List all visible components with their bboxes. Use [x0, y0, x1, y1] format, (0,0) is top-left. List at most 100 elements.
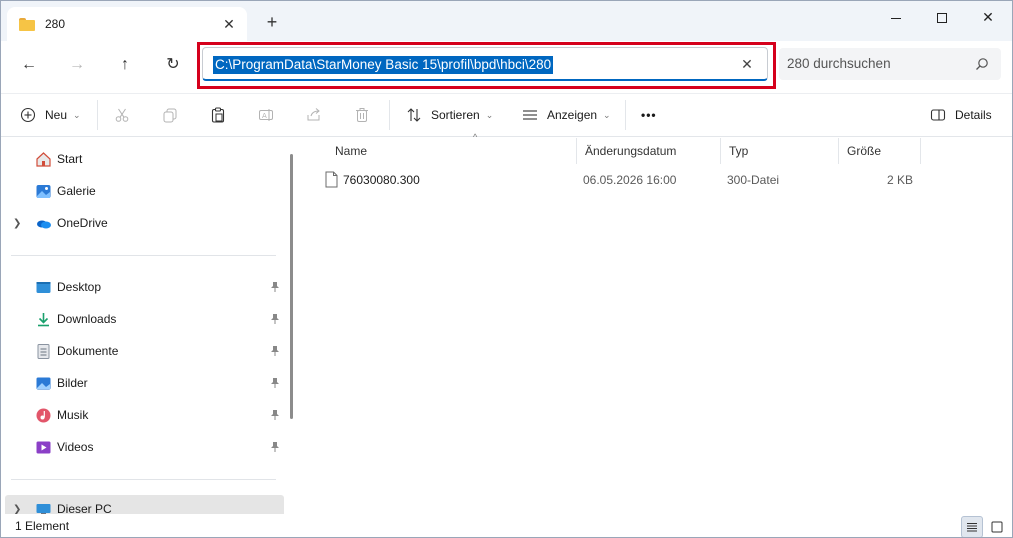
file-row[interactable]: 76030080.300 06.05.2026 16:00 300-Datei …: [321, 170, 921, 192]
desktop-icon: [36, 281, 51, 293]
sidebar-scrollbar[interactable]: [290, 154, 293, 419]
refresh-button[interactable]: ↻: [159, 53, 187, 77]
pin-icon[interactable]: [269, 345, 281, 357]
documents-icon: [37, 343, 50, 359]
clear-address-icon[interactable]: ✕: [739, 56, 755, 72]
navigation-pane: Start Galerie ❯ OneDrive Desktop Downloa…: [1, 138, 293, 523]
onedrive-icon: [37, 220, 51, 228]
file-name: 76030080.300: [343, 173, 420, 187]
sidebar-item-bilder[interactable]: Bilder: [1, 369, 286, 397]
tab-title: 280: [45, 17, 66, 31]
close-window-button[interactable]: ✕: [965, 5, 1011, 29]
pin-icon[interactable]: [269, 377, 281, 389]
sidebar-item-downloads[interactable]: Downloads: [1, 305, 286, 333]
sidebar-item-desktop[interactable]: Desktop: [1, 273, 286, 301]
pin-icon[interactable]: [269, 409, 281, 421]
sort-label: Sortieren: [431, 108, 480, 122]
chevron-right-icon[interactable]: ❯: [13, 218, 21, 229]
trash-icon: [353, 106, 371, 124]
gallery-icon: [36, 184, 51, 198]
pin-icon[interactable]: [269, 441, 281, 453]
up-button[interactable]: ↑: [111, 53, 139, 77]
copy-button[interactable]: [161, 102, 187, 128]
chevron-down-icon: ⌄: [485, 109, 494, 120]
sort-ascending-icon: ^: [473, 132, 478, 142]
videos-icon: [36, 441, 51, 453]
search-input[interactable]: 280 durchsuchen: [787, 56, 891, 71]
minimize-button[interactable]: [873, 5, 919, 29]
file-list: Name ^ Änderungsdatum Typ Größe 76030080…: [301, 132, 1012, 514]
sidebar-item-dokumente[interactable]: Dokumente: [1, 337, 286, 365]
view-lines-icon: [521, 106, 539, 124]
column-header-name[interactable]: Name ^: [327, 132, 577, 164]
sidebar-item-label: Videos: [57, 440, 94, 454]
file-modified: 06.05.2026 16:00: [583, 173, 677, 187]
sidebar-item-label: Dokumente: [57, 344, 119, 358]
plus-circle-icon: [19, 106, 37, 124]
chevron-down-icon: ⌄: [73, 109, 81, 120]
tiles-view-button[interactable]: [986, 516, 1008, 537]
view-button[interactable]: Anzeigen ⌄: [521, 102, 611, 128]
command-bar: Neu ⌄ A Sortieren ⌄ Anzeigen ⌄ ••• Detai…: [1, 93, 1012, 137]
new-tab-button[interactable]: +: [263, 13, 281, 31]
status-bar: 1 Element: [1, 514, 1012, 537]
address-bar[interactable]: C:\ProgramData\StarMoney Basic 15\profil…: [202, 47, 768, 81]
pin-icon[interactable]: [269, 313, 281, 325]
downloads-icon: [38, 312, 49, 326]
clipboard-icon: [209, 106, 227, 124]
sidebar-item-label: Downloads: [57, 312, 117, 326]
details-view-button[interactable]: [961, 516, 983, 537]
column-header-size[interactable]: Größe: [839, 138, 921, 164]
search-icon[interactable]: [975, 57, 989, 71]
chevron-right-icon[interactable]: ❯: [13, 504, 21, 515]
column-type-label: Typ: [729, 144, 749, 158]
tab-close-icon[interactable]: ✕: [221, 16, 237, 32]
file-explorer-window: 280 ✕ + ✕ ← → ↑ ↻ C:\ProgramData\StarMon…: [0, 0, 1013, 538]
divider: [625, 100, 626, 130]
delete-button[interactable]: [353, 102, 379, 128]
sidebar-divider: [11, 479, 276, 480]
pin-icon[interactable]: [269, 281, 281, 293]
column-header-modified[interactable]: Änderungsdatum: [577, 138, 721, 164]
address-input[interactable]: C:\ProgramData\StarMoney Basic 15\profil…: [213, 56, 554, 74]
sort-icon: [405, 106, 423, 124]
share-button[interactable]: [305, 102, 331, 128]
home-icon: [36, 151, 51, 167]
cut-button[interactable]: [113, 102, 139, 128]
scissors-icon: [113, 106, 131, 124]
search-field[interactable]: 280 durchsuchen: [779, 48, 1001, 80]
file-type: 300-Datei: [727, 173, 780, 187]
maximize-button[interactable]: [919, 5, 965, 29]
sidebar-item-label: Galerie: [57, 184, 96, 198]
sidebar-item-label: OneDrive: [57, 216, 108, 230]
new-button[interactable]: Neu ⌄: [19, 102, 81, 128]
sidebar-item-onedrive[interactable]: ❯ OneDrive: [1, 209, 286, 237]
svg-text:A: A: [262, 112, 267, 120]
item-count: 1 Element: [15, 519, 70, 533]
sidebar-item-musik[interactable]: Musik: [1, 401, 286, 429]
sidebar-item-label: Start: [57, 152, 83, 166]
details-pane-icon: [929, 106, 947, 124]
sort-button[interactable]: Sortieren ⌄: [405, 102, 493, 128]
file-icon: [325, 171, 338, 188]
title-bar: 280 ✕ + ✕: [1, 1, 1012, 41]
column-header-type[interactable]: Typ: [721, 138, 839, 164]
tab-current-folder[interactable]: 280 ✕: [7, 7, 247, 41]
rename-button[interactable]: A: [257, 102, 283, 128]
back-button[interactable]: ←: [15, 53, 43, 77]
rename-icon: A: [257, 106, 275, 124]
tiles-view-icon: [991, 521, 1003, 533]
details-label: Details: [955, 108, 992, 122]
sidebar-item-start[interactable]: Start: [1, 145, 286, 173]
details-pane-button[interactable]: Details: [929, 102, 992, 128]
forward-button[interactable]: →: [63, 53, 91, 77]
more-options-button[interactable]: •••: [641, 102, 657, 128]
column-name-label: Name: [335, 144, 368, 158]
copy-icon: [161, 106, 179, 124]
paste-button[interactable]: [209, 102, 235, 128]
details-view-icon: [967, 523, 977, 532]
sidebar-item-galerie[interactable]: Galerie: [1, 177, 286, 205]
sidebar-item-label: Bilder: [57, 376, 88, 390]
column-modified-label: Änderungsdatum: [585, 144, 677, 158]
sidebar-item-videos[interactable]: Videos: [1, 433, 286, 461]
